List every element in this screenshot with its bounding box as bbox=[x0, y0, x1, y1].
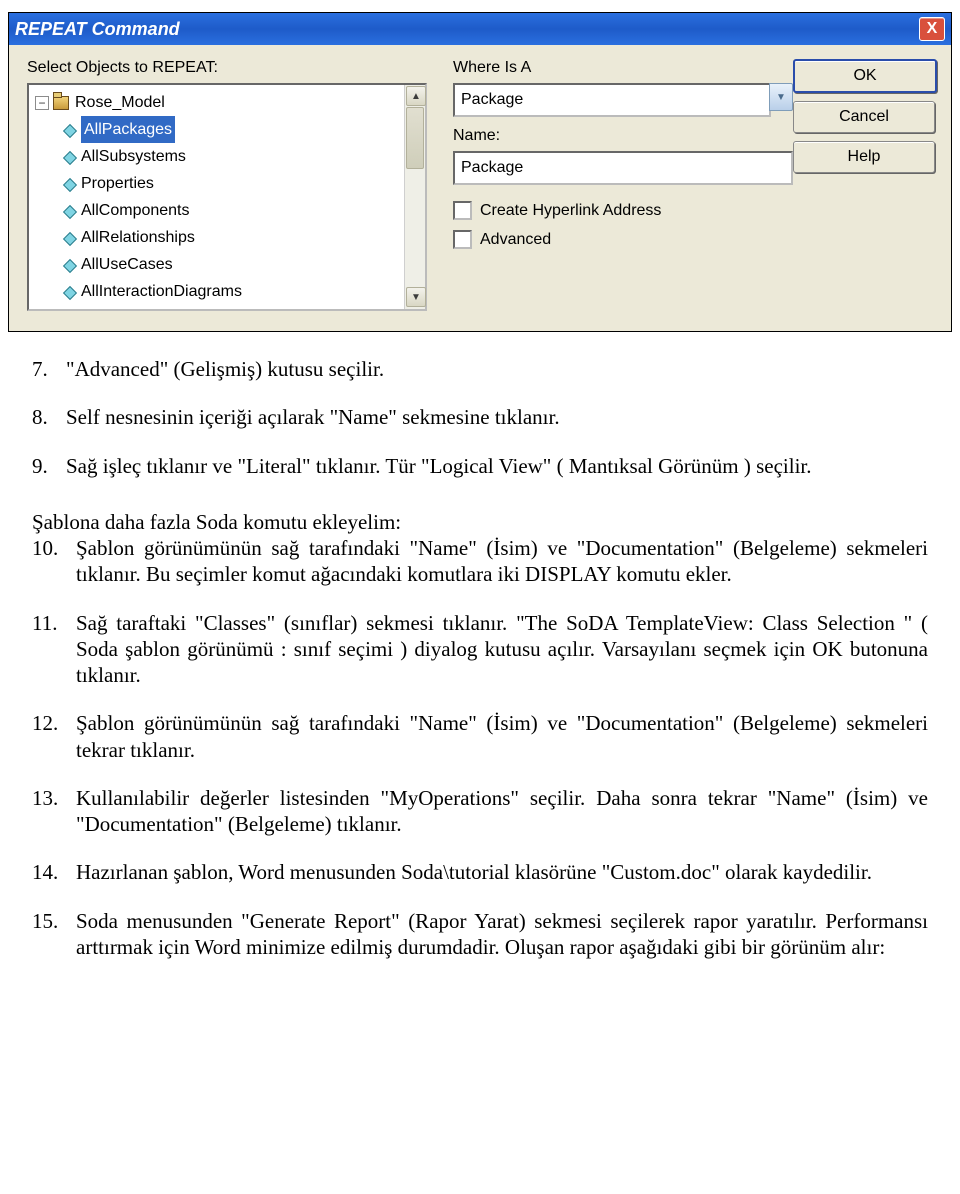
ok-button[interactable]: OK bbox=[793, 59, 937, 93]
list-number: 14. bbox=[32, 859, 76, 885]
list-number: 9. bbox=[32, 453, 66, 479]
tree-root-label: Rose_Model bbox=[75, 89, 165, 116]
tree-item-label: AllComponents bbox=[81, 197, 190, 224]
name-input[interactable]: Package bbox=[453, 151, 793, 185]
list-number: 11. bbox=[32, 610, 76, 689]
select-objects-label: Select Objects to REPEAT: bbox=[27, 59, 427, 77]
where-select[interactable]: Package bbox=[453, 83, 771, 117]
name-value: Package bbox=[461, 159, 523, 177]
scroll-down-icon[interactable]: ▼ bbox=[406, 287, 426, 307]
list-text: Self nesnesinin içeriği açılarak "Name" … bbox=[66, 404, 928, 430]
list-text: Sağ işleç tıklanır ve "Literal" tıklanır… bbox=[66, 453, 928, 479]
name-label: Name: bbox=[453, 127, 793, 145]
list-number: 13. bbox=[32, 785, 76, 838]
tree-item[interactable]: AllComponents bbox=[29, 197, 425, 224]
checkbox-icon[interactable] bbox=[453, 230, 472, 249]
tree-item-label: AllSubsystems bbox=[81, 143, 186, 170]
list-text: Soda menusunden "Generate Report" (Rapor… bbox=[76, 908, 928, 961]
diamond-icon bbox=[63, 286, 75, 298]
scroll-thumb[interactable] bbox=[406, 107, 424, 169]
document-body: 7."Advanced" (Gelişmiş) kutusu seçilir. … bbox=[0, 332, 960, 1022]
titlebar[interactable]: REPEAT Command X bbox=[9, 13, 951, 45]
where-value: Package bbox=[461, 91, 523, 109]
diamond-icon bbox=[63, 178, 75, 190]
tree-item-label: Properties bbox=[81, 170, 154, 197]
list-number: 12. bbox=[32, 710, 76, 763]
list-number: 8. bbox=[32, 404, 66, 430]
package-icon bbox=[53, 96, 69, 110]
tree-item-label: AllInteractionDiagrams bbox=[81, 278, 242, 305]
tree-item[interactable]: AllRelationships bbox=[29, 224, 425, 251]
list-number: 15. bbox=[32, 908, 76, 961]
list-number: 10. bbox=[32, 535, 76, 588]
tree-item[interactable]: AllUseCases bbox=[29, 251, 425, 278]
intro-text: Şablona daha fazla Soda komutu ekleyelim… bbox=[32, 509, 928, 535]
tree-item-label: AllPackages bbox=[81, 116, 175, 143]
tree-item[interactable]: AllSubsystems bbox=[29, 143, 425, 170]
list-text: Kullanılabilir değerler listesinden "MyO… bbox=[76, 785, 928, 838]
close-icon[interactable]: X bbox=[919, 17, 945, 41]
advanced-label: Advanced bbox=[480, 231, 551, 249]
tree-item-label: AllUseCases bbox=[81, 251, 173, 278]
list-text: Hazırlanan şablon, Word menusunden Soda\… bbox=[76, 859, 928, 885]
collapse-icon[interactable]: − bbox=[35, 96, 49, 110]
tree-item[interactable]: AllPackages bbox=[29, 116, 425, 143]
list-text: Sağ taraftaki "Classes" (sınıflar) sekme… bbox=[76, 610, 928, 689]
scroll-up-icon[interactable]: ▲ bbox=[406, 86, 426, 106]
list-text: Şablon görünümünün sağ tarafındaki "Name… bbox=[76, 710, 928, 763]
dialog-window: REPEAT Command X Select Objects to REPEA… bbox=[8, 12, 952, 332]
help-button[interactable]: Help bbox=[793, 141, 935, 173]
diamond-icon bbox=[63, 205, 75, 217]
diamond-icon bbox=[63, 151, 75, 163]
diamond-icon bbox=[63, 259, 75, 271]
diamond-icon bbox=[63, 124, 75, 136]
tree-item[interactable]: AllInteractionDiagrams bbox=[29, 278, 425, 305]
list-text: "Advanced" (Gelişmiş) kutusu seçilir. bbox=[66, 356, 928, 382]
tree-item[interactable]: Properties bbox=[29, 170, 425, 197]
chevron-down-icon[interactable]: ▼ bbox=[769, 83, 793, 111]
advanced-checkbox-row[interactable]: Advanced bbox=[453, 230, 793, 249]
checkbox-icon[interactable] bbox=[453, 201, 472, 220]
tree-item-label: AllRelationships bbox=[81, 224, 195, 251]
list-text: Şablon görünümünün sağ tarafındaki "Name… bbox=[76, 535, 928, 588]
window-title: REPEAT Command bbox=[15, 19, 180, 40]
tree-root[interactable]: − Rose_Model bbox=[29, 89, 425, 116]
scrollbar[interactable]: ▲ ▼ bbox=[404, 85, 425, 309]
where-label: Where Is A bbox=[453, 59, 793, 77]
list-number: 7. bbox=[32, 356, 66, 382]
cancel-button[interactable]: Cancel bbox=[793, 101, 935, 133]
diamond-icon bbox=[63, 232, 75, 244]
hyperlink-checkbox-row[interactable]: Create Hyperlink Address bbox=[453, 201, 793, 220]
tree-view[interactable]: − Rose_Model AllPackages AllSubsystems P… bbox=[27, 83, 427, 311]
hyperlink-label: Create Hyperlink Address bbox=[480, 202, 661, 220]
